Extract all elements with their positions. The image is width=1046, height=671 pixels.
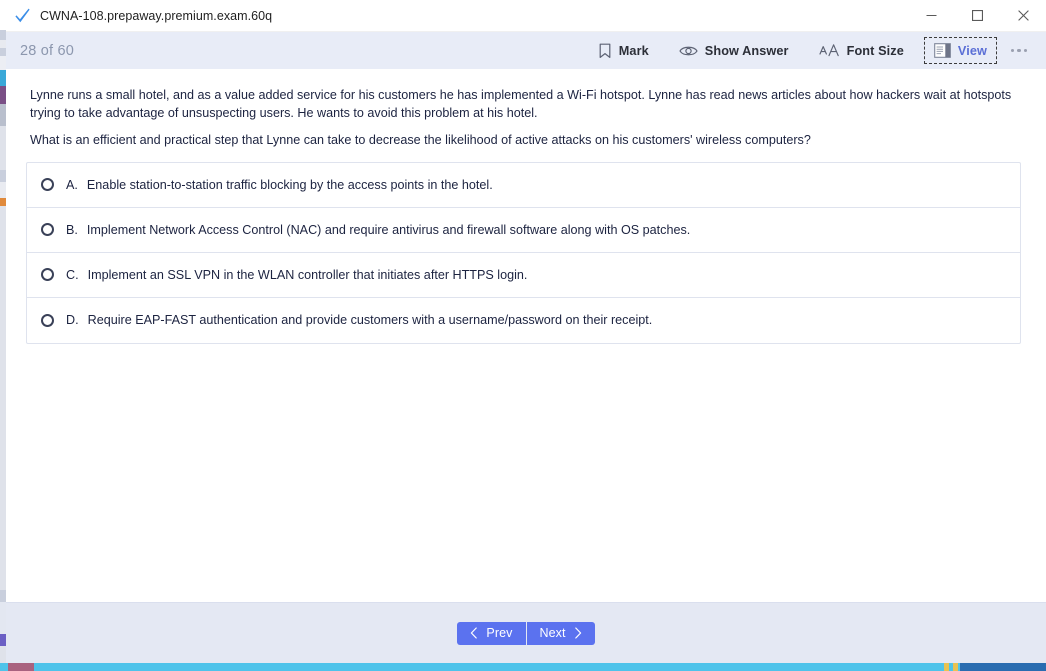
prev-button[interactable]: Prev — [457, 621, 527, 645]
answer-letter-c: C. — [66, 267, 79, 282]
radio-button-c[interactable] — [41, 268, 54, 281]
mark-label: Mark — [618, 43, 649, 58]
title-bar: CWNA-108.prepaway.premium.exam.60q — [6, 0, 1046, 32]
answer-option-d[interactable]: D. Require EAP-FAST authentication and p… — [27, 298, 1020, 343]
view-pane-icon — [934, 43, 951, 58]
question-prompt-text: What is an efficient and practical step … — [30, 133, 811, 147]
radio-button-d[interactable] — [41, 313, 54, 327]
navigation-footer: Prev Next — [6, 602, 1046, 663]
answer-option-b[interactable]: B. Implement Network Access Control (NAC… — [27, 208, 1020, 253]
radio-button-b[interactable] — [41, 223, 54, 236]
chevron-left-icon — [471, 627, 478, 639]
answer-text-a: Enable station-to-station traffic blocki… — [86, 177, 493, 192]
bookmark-icon — [599, 43, 611, 58]
font-size-button[interactable]: Font Size — [809, 37, 914, 64]
navigation-button-group: Prev Next — [457, 621, 595, 645]
question-body: Lynne runs a small hotel, and as a value… — [6, 69, 1046, 150]
exam-toolbar: 28 of 60 Mark Show Answer Font Size View — [6, 32, 1046, 69]
answer-options-list: A. Enable station-to-station traffic blo… — [26, 161, 1021, 344]
answer-option-a[interactable]: A. Enable station-to-station traffic blo… — [27, 163, 1020, 208]
overflow-dot — [1023, 48, 1028, 53]
minimize-button[interactable] — [908, 0, 954, 31]
next-button[interactable]: Next — [526, 621, 595, 645]
maximize-icon — [971, 10, 983, 21]
answer-letter-b: B. — [66, 222, 78, 237]
show-answer-button[interactable]: Show Answer — [669, 37, 799, 64]
question-counter: 28 of 60 — [20, 42, 75, 59]
next-label: Next — [539, 626, 566, 640]
background-window-bottom-bar — [0, 663, 1046, 671]
answer-letter-a: A. — [66, 177, 78, 192]
question-scenario-text: Lynne runs a small hotel, and as a value… — [30, 88, 1012, 120]
show-answer-label: Show Answer — [704, 43, 789, 58]
mark-button[interactable]: Mark — [588, 37, 659, 64]
view-button[interactable]: View — [923, 37, 997, 64]
chevron-right-icon — [574, 627, 581, 639]
close-button[interactable] — [1000, 0, 1046, 31]
background-bar-segment-blue — [960, 663, 1046, 671]
prev-label: Prev — [486, 626, 513, 640]
blue-check-icon — [15, 8, 30, 23]
window-title: CWNA-108.prepaway.premium.exam.60q — [40, 8, 273, 23]
answer-option-c[interactable]: C. Implement an SSL VPN in the WLAN cont… — [27, 253, 1020, 298]
close-icon — [1017, 10, 1029, 21]
maximize-button[interactable] — [954, 0, 1000, 31]
overflow-dot — [1010, 48, 1015, 53]
minimize-icon — [926, 15, 936, 16]
eye-icon — [679, 46, 698, 55]
font-size-icon — [819, 44, 839, 57]
background-bar-segment-mauve — [8, 663, 34, 671]
more-options-button[interactable] — [1002, 37, 1036, 64]
question-content-area: Lynne runs a small hotel, and as a value… — [6, 69, 1046, 602]
answer-letter-d: D. — [66, 313, 79, 327]
overflow-dot — [1017, 48, 1021, 53]
background-bar-segment-yellow — [944, 663, 958, 671]
view-label: View — [957, 43, 987, 58]
radio-button-a[interactable] — [41, 178, 54, 191]
answer-text-b: Implement Network Access Control (NAC) a… — [86, 222, 691, 237]
answer-text-d: Require EAP-FAST authentication and prov… — [87, 313, 653, 327]
exam-application-window: CWNA-108.prepaway.premium.exam.60q 28 of… — [6, 0, 1046, 663]
answer-text-c: Implement an SSL VPN in the WLAN control… — [87, 267, 528, 282]
font-size-label: Font Size — [846, 43, 904, 58]
window-controls — [908, 0, 1046, 31]
toolbar-actions: Mark Show Answer Font Size View — [583, 32, 1046, 69]
